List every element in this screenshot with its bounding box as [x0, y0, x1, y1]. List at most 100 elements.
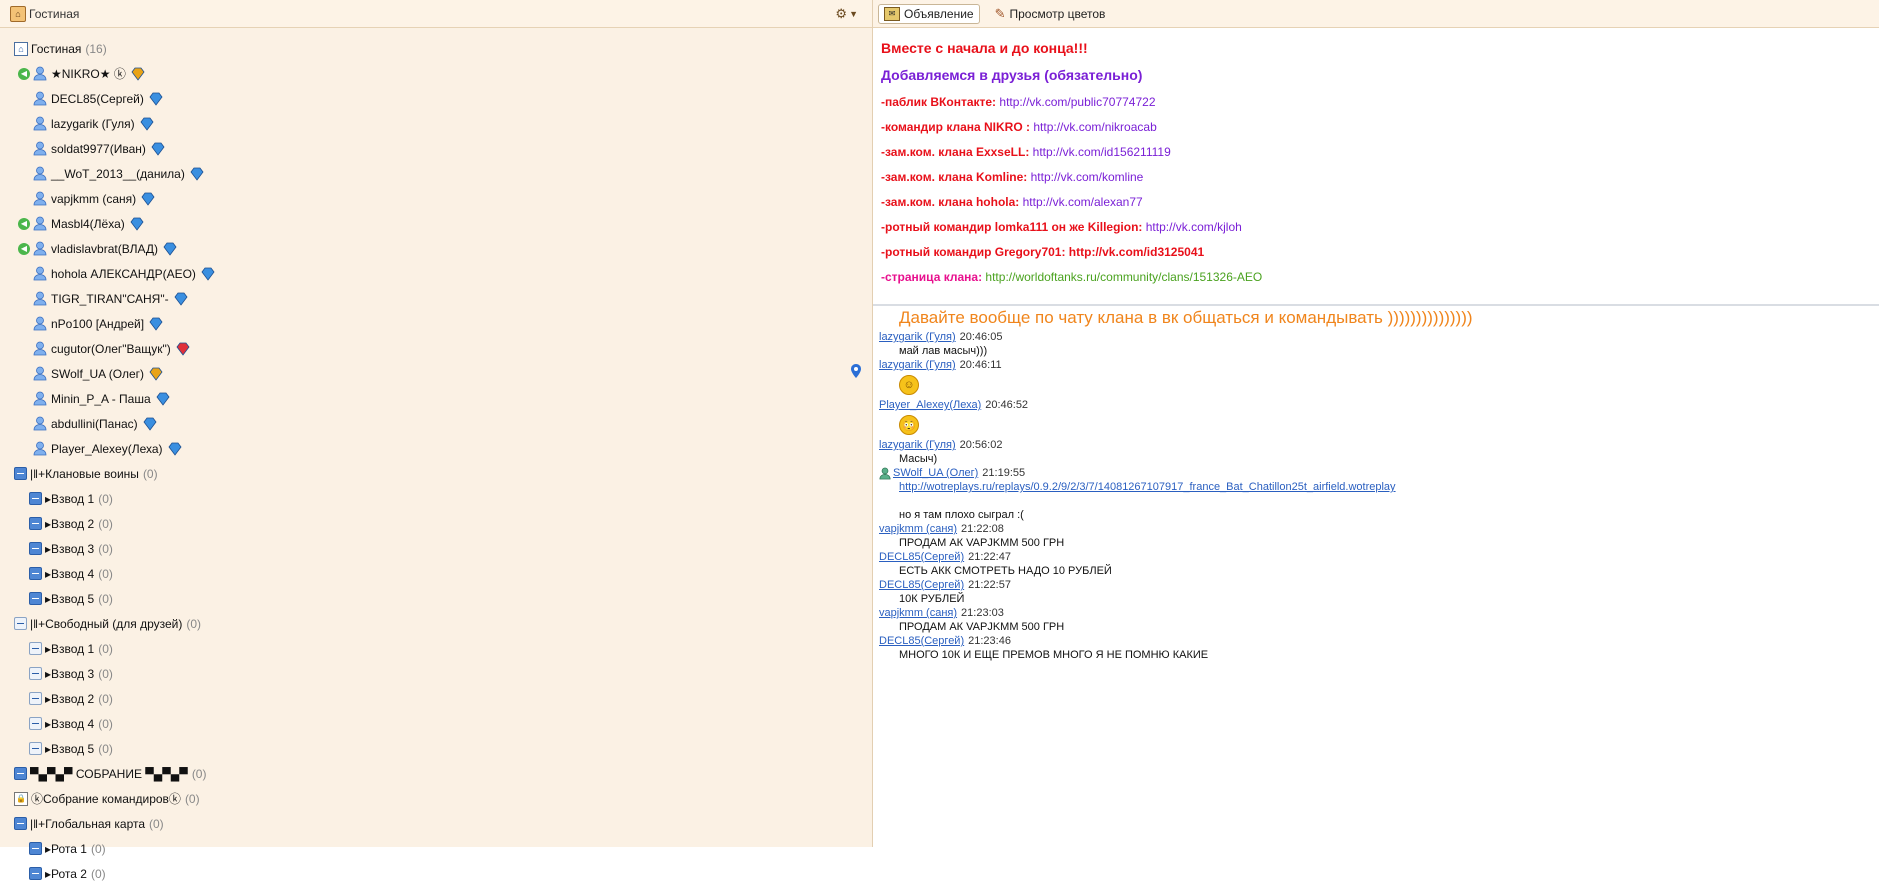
collapse-toggle-icon[interactable] [29, 692, 42, 705]
message-author[interactable]: lazygarik (Гуля) [879, 330, 956, 344]
channel-item[interactable]: ▸Взвод 3 (0) [0, 661, 872, 686]
message-header: vapjkmm (саня) 21:23:03 [879, 606, 1879, 620]
chat-log: Давайте вообще по чату клана в вк общать… [873, 308, 1879, 662]
channel-item[interactable]: |‖+Глобальная карта (0) [0, 811, 872, 836]
tree-root-room[interactable]: ⌂ Гостиная (16) [0, 36, 872, 61]
tab-announcement[interactable]: ✉ Объявление [878, 3, 980, 24]
channel-item[interactable]: ▀▄▀▄▀ СОБРАНИЕ ▀▄▀▄▀ (0) [0, 761, 872, 786]
user-item[interactable]: SWolf_UA (Олег) [0, 361, 872, 386]
message-author[interactable]: vapjkmm (саня) [879, 606, 957, 620]
collapse-toggle-icon[interactable] [29, 717, 42, 730]
collapse-toggle-icon[interactable] [29, 667, 42, 680]
announcement-link[interactable]: http://vk.com/nikroacab [1033, 120, 1156, 134]
channel-count: (0) [149, 816, 164, 831]
announcement-link[interactable]: http://vk.com/alexan77 [1023, 195, 1143, 209]
channel-list: |‖+Клановые воины (0) ▸Взвод 1 (0) ▸Взвод 2(… [0, 461, 872, 886]
message-time: 20:46:05 [959, 331, 1003, 343]
user-item[interactable]: nPo100 [Андрей] [0, 311, 872, 336]
announcement-text: -страница клана: [881, 270, 986, 284]
user-icon [33, 416, 47, 431]
collapse-toggle-icon[interactable] [14, 767, 27, 780]
announcement-link[interactable]: http://vk.com/kjloh [1146, 220, 1242, 234]
message-author[interactable]: SWolf_UA (Олег) [893, 466, 978, 480]
collapse-toggle-icon[interactable] [29, 842, 42, 855]
channel-item[interactable]: ▸Взвод 4 (0) [0, 711, 872, 736]
message-author[interactable]: lazygarik (Гуля) [879, 438, 956, 452]
collapse-toggle-icon[interactable] [29, 592, 42, 605]
tab-color-view[interactable]: ✎ Просмотр цветов [990, 4, 1111, 24]
user-item[interactable]: ◀ Masbl4(Лёха) [0, 211, 872, 236]
channel-item[interactable]: ▸Рота 1 (0) [0, 836, 872, 861]
user-item[interactable]: vapjkmm (саня) [0, 186, 872, 211]
channel-label: ▸Взвод 5 [45, 591, 95, 606]
user-item[interactable]: Player_Alexey(Леха) [0, 436, 872, 461]
announcement-line: -зам.ком. клана Komline: http://vk.com/k… [881, 169, 1871, 186]
announcement-link[interactable]: http://vk.com/id156211119 [1033, 145, 1171, 159]
message-text: 10К РУБЛЕЙ [899, 593, 965, 605]
collapse-toggle-icon[interactable] [14, 617, 27, 630]
collapse-toggle-icon[interactable] [29, 517, 42, 530]
user-item[interactable]: cugutor(Олег"Ващук") [0, 336, 872, 361]
user-item[interactable]: hohola АЛЕКСАНДР(AEO) [0, 261, 872, 286]
user-item[interactable]: TIGR_TIRAN"САНЯ"- [0, 286, 872, 311]
channel-item[interactable]: |‖+Клановые воины (0) [0, 461, 872, 486]
collapse-toggle-icon[interactable] [29, 742, 42, 755]
user-item[interactable]: ◀ ★NIKRO★ ⓚ [0, 61, 872, 86]
collapse-toggle-icon[interactable] [14, 467, 27, 480]
message-time: 20:46:52 [985, 399, 1029, 411]
user-item[interactable]: abdullini(Панас) [0, 411, 872, 436]
channel-item[interactable]: ▸Взвод 2 (0) [0, 686, 872, 711]
message-author[interactable]: vapjkmm (саня) [879, 522, 957, 536]
user-item[interactable]: lazygarik (Гуля) [0, 111, 872, 136]
announcement-link[interactable]: http://vk.com/komline [1031, 170, 1144, 184]
channel-item[interactable]: ▸Взвод 1 (0) [0, 636, 872, 661]
message-author[interactable]: Player_Alexey(Леха) [879, 398, 981, 412]
announcement-text: Добавляемся в друзья (обязательно) [881, 67, 1143, 83]
chat-message: DECL85(Сергей) 21:22:57 10К РУБЛЕЙ [879, 578, 1879, 606]
collapse-toggle-icon[interactable] [29, 542, 42, 555]
location-pin-icon[interactable] [850, 364, 862, 378]
message-link[interactable]: http://wotreplays.ru/replays/0.9.2/9/2/3… [899, 480, 1879, 494]
user-name: ★NIKRO★ ⓚ [51, 67, 126, 81]
user-item[interactable]: DECL85(Сергей) [0, 86, 872, 111]
collapse-toggle-icon[interactable] [29, 492, 42, 505]
user-name: Player_Alexey(Леха) [51, 441, 163, 456]
channel-item[interactable]: ▸Взвод 5 (0) [0, 586, 872, 611]
message-author[interactable]: DECL85(Сергей) [879, 550, 964, 564]
message-time: 21:22:08 [961, 523, 1004, 535]
crown-badge-icon [148, 367, 164, 381]
message-author[interactable]: lazygarik (Гуля) [879, 358, 956, 372]
message-text: МНОГО 10К И ЕЩЕ ПРЕМОВ МНОГО Я НЕ ПОМНЮ … [899, 649, 1209, 661]
user-icon [33, 66, 47, 81]
announcement-link[interactable]: http://worldoftanks.ru/community/clans/1… [985, 270, 1262, 284]
tab-announcement-label: Объявление [904, 6, 974, 21]
user-item[interactable]: Minin_P_A - Паша [0, 386, 872, 411]
announcement-text: -зам.ком. клана ExxseLL: [881, 145, 1033, 159]
collapse-toggle-icon[interactable] [14, 817, 27, 830]
channel-item[interactable]: ▸Взвод 2 (0) [0, 511, 872, 536]
channel-item[interactable]: ▸Взвод 5 (0) [0, 736, 872, 761]
message-author[interactable]: DECL85(Сергей) [879, 634, 964, 648]
collapse-toggle-icon[interactable] [29, 867, 42, 880]
channel-label: ▸Рота 2 [45, 866, 87, 881]
user-item[interactable]: soldat9977(Иван) [0, 136, 872, 161]
chat-panel-header: ✉ Объявление ✎ Просмотр цветов [873, 0, 1879, 28]
announcement-link[interactable]: http://vk.com/public70774722 [999, 95, 1155, 109]
collapse-toggle-icon[interactable] [29, 567, 42, 580]
user-name: vapjkmm (саня) [51, 191, 137, 206]
user-item[interactable]: __WoT_2013__(данила) [0, 161, 872, 186]
user-name: vladislavbrat(ВЛАД) [51, 241, 158, 256]
user-menu-button[interactable]: ⚙ ▼ [835, 6, 858, 22]
message-author[interactable]: DECL85(Сергей) [879, 578, 964, 592]
channel-item[interactable]: ▸Взвод 3 (0) [0, 536, 872, 561]
channel-item[interactable]: 🔒 ⓚСобрание командировⓚ (0) [0, 786, 872, 811]
crown-badge-icon [130, 67, 146, 81]
channel-item[interactable]: ▸Взвод 1 (0) [0, 486, 872, 511]
channel-item[interactable]: |‖+Свободный (для друзей) (0) [0, 611, 872, 636]
diamond-badge-icon [167, 442, 183, 456]
user-item[interactable]: ◀ vladislavbrat(ВЛАД) [0, 236, 872, 261]
channel-item[interactable]: ▸Взвод 4 (0) [0, 561, 872, 586]
channel-item[interactable]: ▸Рота 2 (0) [0, 861, 872, 886]
room-icon: ⌂ [10, 5, 26, 22]
collapse-toggle-icon[interactable] [29, 642, 42, 655]
